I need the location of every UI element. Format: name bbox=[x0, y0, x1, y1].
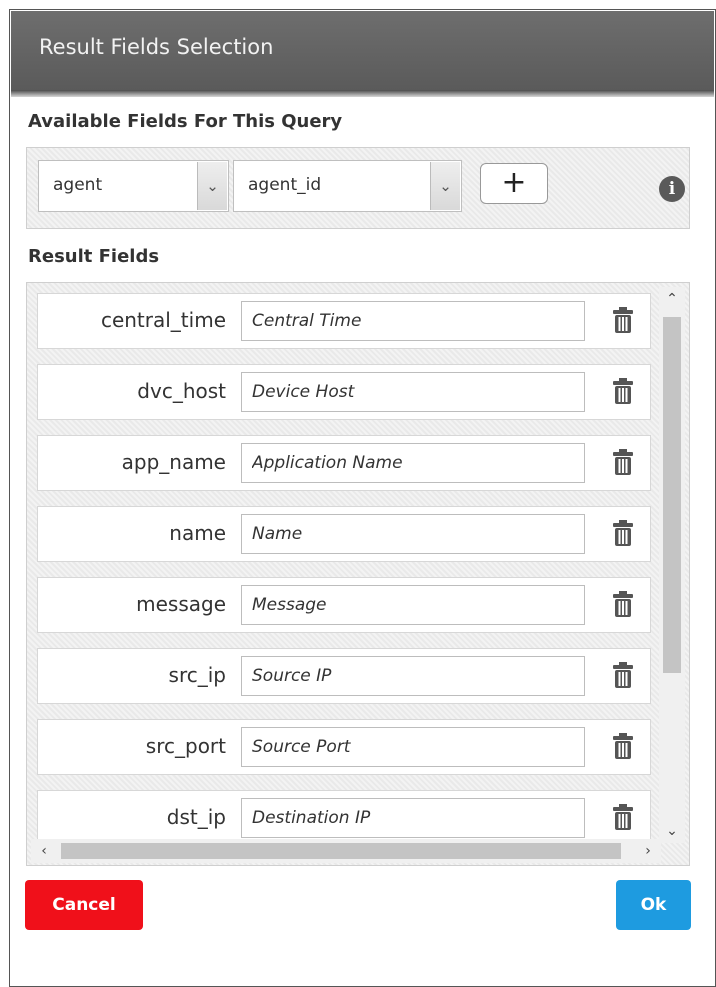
field-alias-input[interactable] bbox=[241, 514, 585, 554]
result-field-row: src_port bbox=[37, 719, 651, 775]
field-alias-input[interactable] bbox=[241, 443, 585, 483]
vertical-scrollbar[interactable]: ⌃ ⌄ bbox=[659, 287, 685, 843]
available-fields-label: Available Fields For This Query bbox=[28, 111, 343, 132]
result-field-row: dst_ip bbox=[37, 790, 651, 846]
field-name: name bbox=[169, 521, 226, 545]
field-alias-input[interactable] bbox=[241, 727, 585, 767]
trash-icon[interactable] bbox=[612, 661, 634, 689]
result-fields-panel: central_time dvc_host app_namename message s… bbox=[26, 282, 690, 866]
info-icon[interactable]: i bbox=[659, 176, 685, 202]
result-field-row: message bbox=[37, 577, 651, 633]
field-alias-input[interactable] bbox=[241, 301, 585, 341]
result-field-row: dvc_host bbox=[37, 364, 651, 420]
ok-button[interactable]: Ok bbox=[616, 880, 691, 930]
result-field-row: app_name bbox=[37, 435, 651, 491]
horizontal-scrollbar[interactable]: ‹ › bbox=[31, 839, 661, 863]
trash-icon[interactable] bbox=[612, 306, 634, 334]
field-name: central_time bbox=[100, 308, 226, 332]
cancel-button[interactable]: Cancel bbox=[25, 880, 143, 930]
field-name: src_ip bbox=[168, 663, 226, 687]
chevron-down-icon[interactable]: ⌄ bbox=[430, 162, 460, 210]
add-field-button[interactable]: + bbox=[480, 163, 548, 204]
field-name: message bbox=[136, 592, 226, 616]
result-field-row: src_ip bbox=[37, 648, 651, 704]
field-alias-input[interactable] bbox=[241, 798, 585, 838]
trash-icon[interactable] bbox=[612, 519, 634, 547]
field-name: dst_ip bbox=[166, 805, 226, 829]
trash-icon[interactable] bbox=[612, 590, 634, 618]
trash-icon[interactable] bbox=[612, 448, 634, 476]
field-alias-input[interactable] bbox=[241, 656, 585, 696]
vertical-scroll-thumb[interactable] bbox=[663, 317, 681, 673]
chevron-down-icon[interactable]: ⌄ bbox=[197, 162, 227, 210]
result-field-row: name bbox=[37, 506, 651, 562]
field-alias-input[interactable] bbox=[241, 372, 585, 412]
field-alias-input[interactable] bbox=[241, 585, 585, 625]
category-select-value: agent bbox=[53, 175, 103, 195]
chevron-up-icon[interactable]: ⌃ bbox=[659, 287, 685, 311]
titlebar-divider bbox=[11, 90, 714, 97]
chevron-down-icon[interactable]: ⌄ bbox=[659, 819, 685, 843]
field-name: src_port bbox=[145, 734, 226, 758]
result-field-row: central_time bbox=[37, 293, 651, 349]
result-fields-label: Result Fields bbox=[28, 246, 160, 267]
horizontal-scroll-thumb[interactable] bbox=[61, 843, 621, 859]
plus-icon: + bbox=[501, 165, 527, 200]
category-select[interactable]: agent ⌄ bbox=[38, 160, 229, 212]
dialog-title: Result Fields Selection bbox=[11, 11, 714, 91]
field-select[interactable]: agent_id ⌄ bbox=[233, 160, 462, 212]
chevron-right-icon[interactable]: › bbox=[635, 839, 661, 863]
trash-icon[interactable] bbox=[612, 803, 634, 831]
field-name: app_name bbox=[121, 450, 226, 474]
field-selector-panel: agent ⌄ agent_id ⌄ + i bbox=[26, 147, 690, 229]
chevron-left-icon[interactable]: ‹ bbox=[31, 839, 57, 863]
trash-icon[interactable] bbox=[612, 732, 634, 760]
field-select-value: agent_id bbox=[248, 175, 322, 195]
trash-icon[interactable] bbox=[612, 377, 634, 405]
field-name: dvc_host bbox=[137, 379, 226, 403]
